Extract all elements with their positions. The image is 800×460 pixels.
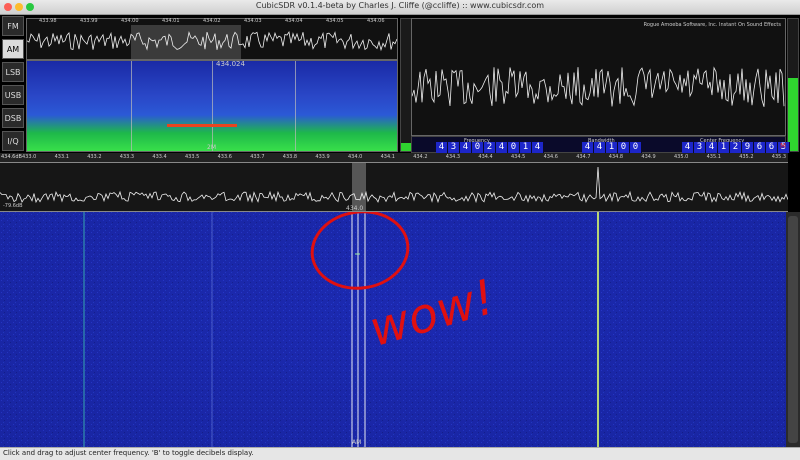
main-spectrum[interactable]: -79.6dB 434.0 <box>0 162 788 212</box>
center-frequency-digit[interactable]: 6 <box>754 142 766 153</box>
demod-waterfall[interactable]: 434.024 2M <box>26 60 398 152</box>
window-title: CubicSDR v0.1.4-beta by Charles J. Cliff… <box>255 1 545 10</box>
scale-left-label: 434.6dB <box>1 154 22 160</box>
main-scale-tick: 435.1 <box>706 154 721 160</box>
audio-scope: Rogue Amoeba Software, Inc. Instant On S… <box>411 18 786 136</box>
waterfall-mode-marker: AM <box>352 439 362 446</box>
status-bar: Click and drag to adjust center frequenc… <box>0 447 800 460</box>
demod-mode-dsb-button[interactable]: DSB <box>2 108 24 128</box>
bandwidth-digit[interactable]: 4 <box>582 142 594 153</box>
main-scale-tick: 434.7 <box>576 154 591 160</box>
frequency-end-marker: M <box>780 142 787 150</box>
demod-bandwidth-left-edge <box>131 61 132 151</box>
waterfall-canvas: wow! <box>0 212 786 447</box>
main-scale-tick: 435.0 <box>674 154 689 160</box>
center-frequency-digit[interactable]: 3 <box>694 142 706 153</box>
demod-bandwidth-right-edge <box>295 61 296 151</box>
main-scale-tick: 434.1 <box>380 154 395 160</box>
spectrum-db-label: -79.6dB <box>3 203 23 209</box>
main-waterfall[interactable]: wow! AM <box>0 212 786 447</box>
center-frequency-digits[interactable]: 434129665 <box>682 142 790 153</box>
bandwidth-digit[interactable]: 0 <box>630 142 642 153</box>
spectrum-marker-label: 434.0 <box>346 205 364 212</box>
frequency-digit[interactable]: 1 <box>520 142 532 153</box>
frequency-panel: Frequency 434024014 Bandwidth 44100 Cent… <box>411 136 790 153</box>
main-scale-tick: 433.4 <box>152 154 167 160</box>
center-frequency-digit[interactable]: 4 <box>682 142 694 153</box>
center-frequency-digit[interactable]: 4 <box>706 142 718 153</box>
frequency-digit[interactable]: 4 <box>532 142 544 153</box>
demod-waterfall-label: 2M <box>207 144 216 151</box>
main-scale-tick: 434.6 <box>543 154 558 160</box>
demod-mode-usb-button[interactable]: USB <box>2 85 24 105</box>
audio-volume-meter[interactable] <box>787 18 799 152</box>
demod-spectrum[interactable]: 433.98 433.99 434.00 434.01 434.02 434.03 434.… <box>26 18 426 60</box>
bandwidth-digits[interactable]: 44100 <box>582 142 642 153</box>
demod-signal-trace <box>167 124 237 127</box>
status-text: Click and drag to adjust center frequenc… <box>3 449 254 457</box>
main-scale-tick: 434.2 <box>413 154 428 160</box>
frequency-digit[interactable]: 0 <box>508 142 520 153</box>
audio-scope-trace <box>412 66 785 107</box>
main-scale-tick: 434.3 <box>445 154 461 160</box>
main-scale-tick: 433.1 <box>54 154 69 160</box>
main-scale-tick: 435.2 <box>739 154 754 160</box>
frequency-digit[interactable]: 4 <box>436 142 448 153</box>
window-titlebar: CubicSDR v0.1.4-beta by Charles J. Cliff… <box>0 0 800 15</box>
main-scale-tick: 434.9 <box>641 154 656 160</box>
frequency-digit[interactable]: 4 <box>496 142 508 153</box>
main-scale-tick: 435.3 <box>771 154 787 160</box>
center-frequency-digit[interactable]: 9 <box>742 142 754 153</box>
scrollbar-thumb[interactable] <box>788 216 798 443</box>
bandwidth-digit[interactable]: 0 <box>618 142 630 153</box>
main-scale-tick: 433.7 <box>250 154 265 160</box>
center-frequency-digit[interactable]: 1 <box>718 142 730 153</box>
main-scale-tick: 433.5 <box>185 154 200 160</box>
frequency-digits[interactable]: 434024014 <box>436 142 544 153</box>
frequency-digit[interactable]: 0 <box>472 142 484 153</box>
main-scale-tick: 433.2 <box>87 154 102 160</box>
center-frequency-digit[interactable]: 2 <box>730 142 742 153</box>
main-scale-tick: 433.3 <box>119 154 135 160</box>
demod-spectrum-trace <box>27 30 397 52</box>
main-scale-tick: 434.5 <box>511 154 526 160</box>
main-scale-tick: 434.8 <box>608 154 624 160</box>
demod-center-frequency-label: 434.024 <box>216 60 245 68</box>
demod-mode-am-button[interactable]: AM <box>2 39 24 59</box>
main-scale-tick: 434.4 <box>478 154 493 160</box>
demod-mode-lsb-button[interactable]: LSB <box>2 62 24 82</box>
frequency-digit[interactable]: 4 <box>460 142 472 153</box>
main-spectrum-trace <box>0 166 788 204</box>
frequency-digit[interactable]: 2 <box>484 142 496 153</box>
center-frequency-digit[interactable]: 6 <box>766 142 778 153</box>
demod-center-line <box>212 61 213 151</box>
demod-mode-fm-button[interactable]: FM <box>2 16 24 36</box>
waterfall-scrollbar[interactable] <box>786 212 800 447</box>
main-scale-tick: 433.6 <box>217 154 232 160</box>
bandwidth-digit[interactable]: 1 <box>606 142 618 153</box>
main-scale-tick: 433.9 <box>315 154 330 160</box>
main-scale-tick: 433.0 <box>22 154 37 160</box>
main-scale-tick: 433.8 <box>282 154 298 160</box>
main-scale-tick: 434.0 <box>348 154 363 160</box>
frequency-digit[interactable]: 3 <box>448 142 460 153</box>
bandwidth-digit[interactable]: 4 <box>594 142 606 153</box>
demod-mode-iq-button[interactable]: I/Q <box>2 131 24 151</box>
